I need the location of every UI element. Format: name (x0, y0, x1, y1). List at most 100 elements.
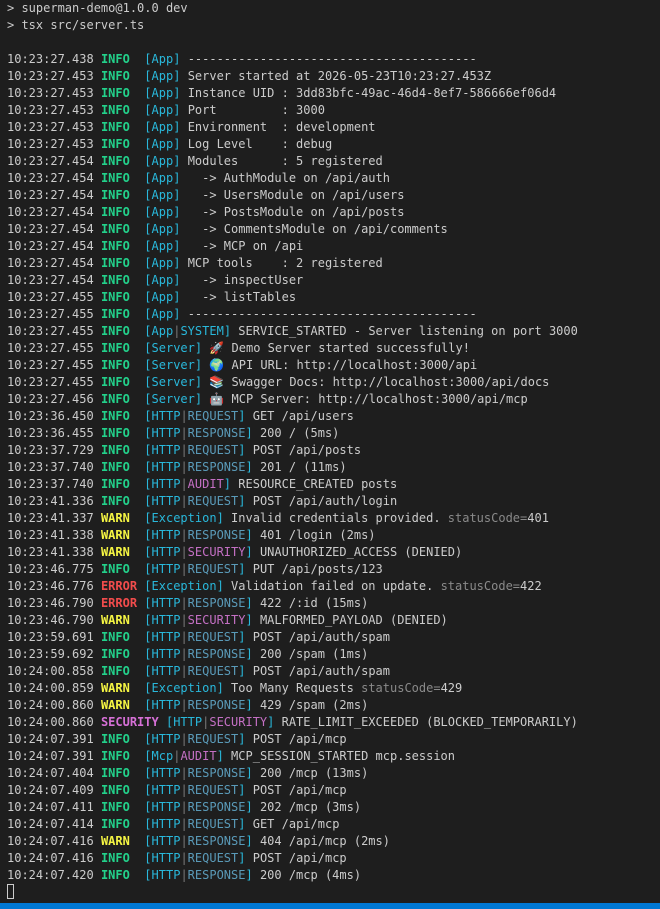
log-timestamp: 10:23:46.790 (7, 596, 94, 610)
log-subcontext: SECURITY (187, 613, 246, 627)
log-line: 10:23:46.775 INFO [HTTP|REQUEST] PUT /ap… (7, 561, 659, 578)
bracket-close: ] (238, 494, 246, 508)
log-subcontext: RESPONSE (187, 698, 246, 712)
log-timestamp: 10:23:27.454 (7, 205, 94, 219)
context-separator: | (180, 732, 188, 746)
log-line: 10:23:27.454 INFO [App] -> AuthModule on… (7, 170, 659, 187)
bracket-open: [ (144, 545, 152, 559)
bracket-open: [ (144, 732, 152, 746)
bracket-open: [ (144, 137, 152, 151)
bracket-open: [ (144, 834, 152, 848)
log-line: 10:23:27.455 INFO [Server] 🌍 API URL: ht… (7, 357, 659, 374)
log-message: Server started at 2026-05-23T10:23:27.45… (187, 69, 492, 83)
bracket-close: ] (238, 851, 246, 865)
log-timestamp: 10:24:07.391 (7, 732, 94, 746)
log-timestamp: 10:24:07.416 (7, 834, 94, 848)
log-level: WARN (100, 545, 130, 559)
log-line: 10:24:07.404 INFO [HTTP|RESPONSE] 200 /m… (7, 765, 659, 782)
log-level: INFO (100, 341, 130, 355)
bracket-open: [ (144, 324, 152, 338)
bracket-open: [ (144, 188, 152, 202)
bracket-open: [ (144, 392, 152, 406)
log-message: POST /api/mcp (252, 851, 347, 865)
log-message: Port : 3000 (187, 103, 325, 117)
log-level: INFO (100, 851, 130, 865)
log-message: Validation failed on update. (231, 579, 434, 593)
bracket-close: ] (245, 766, 253, 780)
log-context: HTTP (151, 800, 181, 814)
context-separator: | (180, 766, 188, 780)
log-line: 10:23:27.453 INFO [App] Port : 3000 (7, 102, 659, 119)
bracket-close: ] (245, 834, 253, 848)
log-line: 10:24:00.859 WARN [Exception] Too Many R… (7, 680, 659, 697)
log-context: HTTP (151, 613, 181, 627)
bracket-close: ] (173, 120, 181, 134)
context-separator: | (180, 664, 188, 678)
log-context: HTTP (151, 494, 181, 508)
log-timestamp: 10:24:00.860 (7, 715, 94, 729)
context-separator: | (180, 494, 188, 508)
bracket-open: [ (144, 562, 152, 576)
log-line: 10:23:27.454 INFO [App] -> CommentsModul… (7, 221, 659, 238)
log-message: 📚 Swagger Docs: http://localhost:3000/ap… (209, 375, 550, 389)
terminal-output[interactable]: > superman-demo@1.0.0 dev > tsx src/serv… (0, 0, 660, 903)
context-separator: | (180, 817, 188, 831)
log-level: INFO (100, 477, 130, 491)
log-message: -> PostsModule on /api/posts (187, 205, 405, 219)
log-context: HTTP (151, 698, 181, 712)
bracket-open: [ (144, 154, 152, 168)
log-context: HTTP (151, 766, 181, 780)
log-timestamp: 10:23:46.776 (7, 579, 94, 593)
log-line: 10:24:00.860 SECURITY [HTTP|SECURITY] RA… (7, 714, 659, 731)
bracket-close: ] (245, 800, 253, 814)
bracket-open: [ (144, 494, 152, 508)
log-context: HTTP (151, 647, 181, 661)
log-timestamp: 10:23:27.454 (7, 256, 94, 270)
log-subcontext: REQUEST (187, 851, 239, 865)
log-line: 10:23:37.740 INFO [HTTP|RESPONSE] 201 / … (7, 459, 659, 476)
log-message: GET /api/mcp (252, 817, 340, 831)
log-line: 10:23:36.455 INFO [HTTP|RESPONSE] 200 / … (7, 425, 659, 442)
log-timestamp: 10:24:00.860 (7, 698, 94, 712)
log-level: INFO (100, 290, 130, 304)
log-level: INFO (100, 783, 130, 797)
log-line: 10:24:07.409 INFO [HTTP|REQUEST] POST /a… (7, 782, 659, 799)
log-level: INFO (100, 86, 130, 100)
context-separator: | (180, 647, 188, 661)
log-context: App (151, 222, 174, 236)
log-line: 10:24:00.860 WARN [HTTP|RESPONSE] 429 /s… (7, 697, 659, 714)
bracket-open: [ (144, 749, 152, 763)
log-context: HTTP (151, 596, 181, 610)
log-subcontext: REQUEST (187, 783, 239, 797)
log-level: INFO (100, 137, 130, 151)
log-context: App (151, 273, 174, 287)
bracket-open: [ (144, 205, 152, 219)
log-context: HTTP (151, 409, 181, 423)
log-context: Mcp (151, 749, 174, 763)
log-timestamp: 10:23:27.455 (7, 324, 94, 338)
log-level: INFO (100, 375, 130, 389)
log-subcontext: RESPONSE (187, 596, 246, 610)
log-subcontext: RESPONSE (187, 528, 246, 542)
log-context: HTTP (151, 664, 181, 678)
log-message: 422 /:id (15ms) (259, 596, 369, 610)
log-level: INFO (100, 307, 130, 321)
bracket-close: ] (173, 171, 181, 185)
log-level: INFO (100, 205, 130, 219)
terminal-lines: > superman-demo@1.0.0 dev > tsx src/serv… (7, 0, 659, 901)
log-message: RESOURCE_CREATED posts (238, 477, 398, 491)
bracket-close: ] (245, 868, 253, 882)
log-level: INFO (100, 800, 130, 814)
log-level: INFO (100, 52, 130, 66)
log-subcontext: RESPONSE (187, 426, 246, 440)
context-separator: | (180, 545, 188, 559)
log-timestamp: 10:23:27.453 (7, 69, 94, 83)
log-line: 10:23:27.453 INFO [App] Environment : de… (7, 119, 659, 136)
log-message: Log Level : debug (187, 137, 333, 151)
log-line: 10:23:27.455 INFO [Server] 📚 Swagger Doc… (7, 374, 659, 391)
log-subcontext: RESPONSE (187, 647, 246, 661)
log-message: 401 /login (2ms) (259, 528, 376, 542)
log-message: Invalid credentials provided. (231, 511, 441, 525)
log-line: 10:23:36.450 INFO [HTTP|REQUEST] GET /ap… (7, 408, 659, 425)
